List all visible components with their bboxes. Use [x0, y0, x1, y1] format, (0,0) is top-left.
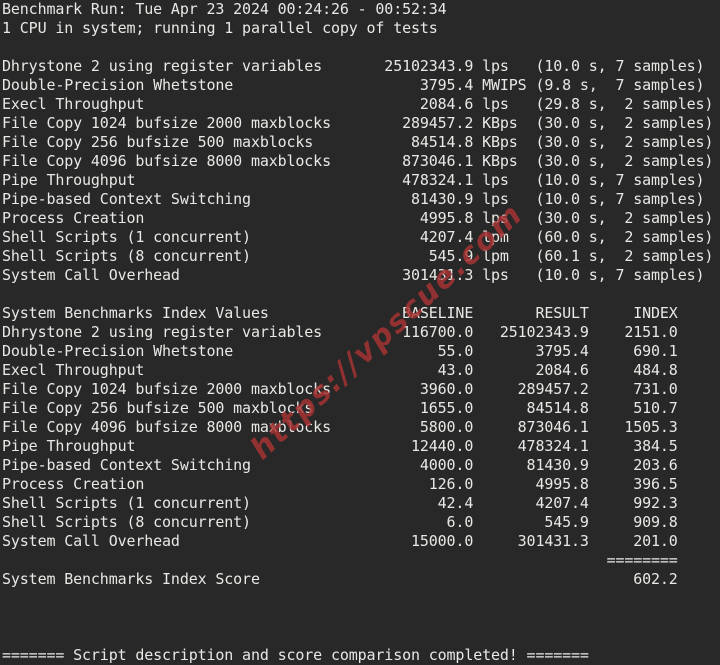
index-row: Process Creation 126.0 4995.8 396.5 — [2, 475, 678, 493]
result-row: File Copy 4096 bufsize 8000 maxblocks 87… — [2, 152, 714, 170]
result-row: Double-Precision Whetstone 3795.4 MWIPS … — [2, 76, 705, 94]
terminal-screen: Benchmark Run: Tue Apr 23 2024 00:24:26 … — [0, 0, 720, 665]
index-row: Shell Scripts (1 concurrent) 42.4 4207.4… — [2, 494, 678, 512]
terminal-output: Benchmark Run: Tue Apr 23 2024 00:24:26 … — [2, 0, 713, 665]
index-row: Pipe-based Context Switching 4000.0 8143… — [2, 456, 678, 474]
result-row: Process Creation 4995.8 lps (30.0 s, 2 s… — [2, 209, 714, 227]
index-row: Pipe Throughput 12440.0 478324.1 384.5 — [2, 437, 678, 455]
index-separator-row: ======== — [2, 551, 678, 569]
cpu-info-line: 1 CPU in system; running 1 parallel copy… — [2, 19, 438, 37]
index-row: File Copy 256 bufsize 500 maxblocks 1655… — [2, 399, 678, 417]
result-row: File Copy 256 bufsize 500 maxblocks 8451… — [2, 133, 714, 151]
result-row: System Call Overhead 301431.3 lps (10.0 … — [2, 266, 705, 284]
index-row: Dhrystone 2 using register variables 116… — [2, 323, 678, 341]
result-row: Pipe Throughput 478324.1 lps (10.0 s, 7 … — [2, 171, 705, 189]
benchmark-run-line: Benchmark Run: Tue Apr 23 2024 00:24:26 … — [2, 0, 447, 18]
index-row: Shell Scripts (8 concurrent) 6.0 545.9 9… — [2, 513, 678, 531]
result-row: Execl Throughput 2084.6 lps (29.8 s, 2 s… — [2, 95, 714, 113]
index-row: Execl Throughput 43.0 2084.6 484.8 — [2, 361, 678, 379]
index-row: System Call Overhead 15000.0 301431.3 20… — [2, 532, 678, 550]
index-row: File Copy 4096 bufsize 8000 maxblocks 58… — [2, 418, 678, 436]
index-header-row: System Benchmarks Index Values BASELINE … — [2, 304, 678, 322]
index-row: File Copy 1024 bufsize 2000 maxblocks 39… — [2, 380, 678, 398]
index-score-row: System Benchmarks Index Score 602.2 — [2, 570, 678, 588]
result-row: Shell Scripts (8 concurrent) 545.9 lpm (… — [2, 247, 714, 265]
result-row: File Copy 1024 bufsize 2000 maxblocks 28… — [2, 114, 714, 132]
index-row: Double-Precision Whetstone 55.0 3795.4 6… — [2, 342, 678, 360]
result-row: Pipe-based Context Switching 81430.9 lps… — [2, 190, 705, 208]
result-row: Shell Scripts (1 concurrent) 4207.4 lpm … — [2, 228, 714, 246]
result-row: Dhrystone 2 using register variables 251… — [2, 57, 705, 75]
footer-line: ======= Script description and score com… — [2, 646, 589, 664]
